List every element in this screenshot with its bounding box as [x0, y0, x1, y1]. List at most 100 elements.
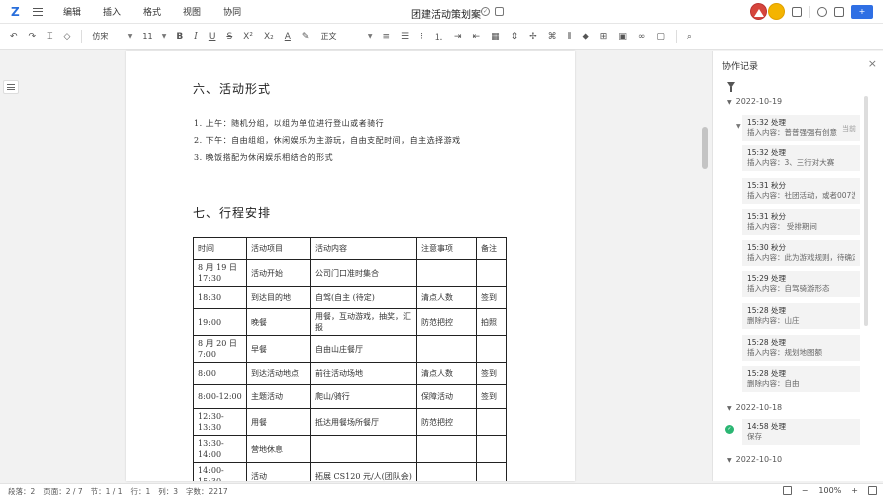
panel-scrollbar[interactable]	[864, 96, 868, 326]
search-icon[interactable]: ⌕	[687, 32, 692, 42]
font-family-select[interactable]: 仿宋 ▼	[92, 31, 132, 42]
check-circle-icon[interactable]: ✓	[481, 7, 490, 16]
table-cell: 签到	[476, 286, 507, 309]
frame-icon[interactable]: ▢	[656, 32, 665, 42]
date-group-header[interactable]: ▼ 2022-10-19	[727, 97, 782, 106]
date-group-header[interactable]: ▼ 2022-10-10	[727, 455, 782, 464]
menu-view[interactable]: 视图	[183, 5, 201, 18]
save-icon[interactable]	[495, 7, 504, 16]
collaboration-panel: 协作记录 × ▼ 2022-10-19 ▼ 15:32 处理 插入内容：普普强强有…	[712, 51, 883, 481]
table-row: 13:30-14:00 营地休息	[193, 435, 507, 463]
saved-icon: ✓	[725, 425, 734, 434]
columns-icon[interactable]: ⫴	[568, 32, 572, 42]
panel-title: 协作记录	[722, 62, 759, 72]
table-cell: 抵达用餐场所餐厅	[310, 408, 417, 436]
menu-insert[interactable]: 插入	[103, 5, 121, 18]
avatar[interactable]	[768, 3, 785, 20]
list-item[interactable]: 15:28 处理 删除内容：山庄	[742, 303, 860, 329]
paragraph-style-select[interactable]: 正文 ▼	[320, 31, 372, 42]
zoom-in-icon[interactable]: +	[851, 486, 858, 495]
link-icon[interactable]: ∞	[638, 32, 646, 42]
close-icon[interactable]: ×	[868, 57, 877, 70]
bold-button[interactable]: B	[176, 32, 183, 42]
table-cell: 自由山庄餐厅	[310, 335, 417, 363]
history-icon[interactable]	[817, 6, 827, 17]
align-icon[interactable]: ≡	[382, 32, 390, 42]
document-page[interactable]: 六、活动形式 1. 上午：随机分组，以组为单位进行登山或者骑行 2. 下午：自由…	[126, 51, 575, 481]
redo-icon[interactable]: ↷	[29, 32, 37, 42]
list-item[interactable]: 14:58 处理 保存	[742, 419, 860, 445]
share-button[interactable]: +	[851, 4, 873, 19]
more-icon[interactable]	[834, 6, 844, 17]
zoom-out-icon[interactable]: −	[802, 486, 809, 495]
filter-icon[interactable]	[727, 82, 735, 92]
table-cell	[310, 435, 417, 463]
table-cell: 公司门口准时集合	[310, 259, 417, 287]
line-spacing-icon[interactable]: ☰	[401, 32, 409, 42]
list-item: 2. 下午：自由组组，休闲娱乐为主游玩，自由支配时间，自主选择游戏	[194, 136, 461, 145]
superscript-button[interactable]: X²	[243, 32, 253, 42]
scrollbar-thumb[interactable]	[702, 127, 708, 169]
table-cell	[476, 435, 507, 463]
table-cell	[416, 335, 477, 363]
outline-toggle-icon[interactable]	[3, 80, 19, 94]
current-badge: 当前	[842, 125, 856, 133]
fit-page-icon[interactable]	[782, 486, 792, 495]
outdent-icon[interactable]: ⇤	[473, 32, 481, 42]
table-row: 8 月 20 日 7:00 早餐 自由山庄餐厅	[193, 335, 507, 363]
table-icon[interactable]: ⊞	[600, 32, 608, 42]
table-header-cell: 注意事项	[416, 237, 477, 260]
app-logo: Z	[11, 4, 20, 19]
table-cell: 8:00	[193, 362, 247, 385]
document-scrollbar[interactable]	[700, 51, 710, 481]
menu-edit[interactable]: 编辑	[63, 5, 81, 18]
hamburger-menu-icon[interactable]	[33, 7, 43, 16]
status-paragraph: 段落：2	[8, 487, 36, 496]
highlight-icon[interactable]: ✎	[302, 32, 310, 42]
menu-collaborate[interactable]: 协同	[223, 5, 241, 18]
list-item[interactable]: 15:30 秋分 插入内容：此为游戏规则，待确定	[742, 240, 860, 266]
format-painter-icon[interactable]: ⌶	[47, 32, 52, 42]
numbered-list-icon[interactable]: ⒈	[434, 30, 443, 43]
underline-button[interactable]: U	[209, 32, 216, 42]
table-row: 12:30-13:30 用餐 抵达用餐场所餐厅 防范把控	[193, 408, 507, 436]
fullscreen-icon[interactable]	[868, 486, 877, 495]
image-icon[interactable]: ▣	[618, 32, 627, 42]
font-color-button[interactable]: A	[285, 32, 291, 42]
list-item[interactable]: 15:31 秋分 插入内容：社团活动，或者007游戏	[742, 178, 860, 204]
schedule-table[interactable]: 时间 活动项目 活动内容 注意事项 备注 8 月 19 日 17:30 活动开始…	[193, 237, 507, 481]
zoom-level[interactable]: 100%	[818, 486, 841, 495]
table-insert-icon[interactable]: ▦	[491, 32, 500, 42]
table-cell: 用餐	[246, 408, 311, 436]
document-title[interactable]: 团建活动策划案	[411, 6, 481, 21]
list-item[interactable]: 15:32 处理 插入内容：普普强强有创意 当前	[742, 115, 860, 141]
comment-icon[interactable]	[792, 6, 802, 17]
table-cell: 爬山/骑行	[310, 384, 417, 409]
text-direction-icon[interactable]: ⇕	[511, 32, 519, 42]
font-size-select[interactable]: 11 ▼	[142, 32, 166, 41]
table-cell: 到达活动地点	[246, 362, 311, 385]
subscript-button[interactable]: X₂	[264, 32, 274, 42]
list-item[interactable]: 15:32 处理 插入内容：3、三行对大赛	[742, 145, 860, 171]
strikethrough-button[interactable]: S	[226, 32, 232, 42]
chevron-down-icon[interactable]: ▼	[736, 123, 741, 130]
indent-icon[interactable]: ⇥	[454, 32, 462, 42]
table-row: 18:30 到达目的地 自驾(自主 (待定) 清点人数 签到	[193, 286, 507, 309]
date-group-header[interactable]: ▼ 2022-10-18	[727, 403, 782, 412]
chevron-down-icon: ▼	[127, 33, 133, 40]
italic-button[interactable]: I	[194, 32, 198, 42]
list-item[interactable]: 15:28 处理 删除内容：自由	[742, 366, 860, 392]
menu-format[interactable]: 格式	[143, 5, 161, 18]
list-item[interactable]: 15:28 处理 插入内容：规划地图额	[742, 335, 860, 361]
undo-icon[interactable]: ↶	[10, 32, 18, 42]
avatar[interactable]	[750, 3, 767, 20]
list-item[interactable]: 15:29 处理 插入内容：自驾骑游形态	[742, 271, 860, 297]
format-icon[interactable]: ⌘	[548, 32, 557, 42]
list-item[interactable]: 15:31 秋分 插入内容： 受排期间	[742, 209, 860, 235]
bullet-list-icon[interactable]: ⁝	[420, 32, 423, 42]
clear-format-icon[interactable]: ◇	[64, 32, 71, 42]
move-icon[interactable]: ✢	[529, 32, 537, 42]
table-cell: 活动	[246, 462, 311, 481]
table-cell: 清点人数	[416, 362, 477, 385]
tag-icon[interactable]: ⬥	[582, 32, 588, 42]
